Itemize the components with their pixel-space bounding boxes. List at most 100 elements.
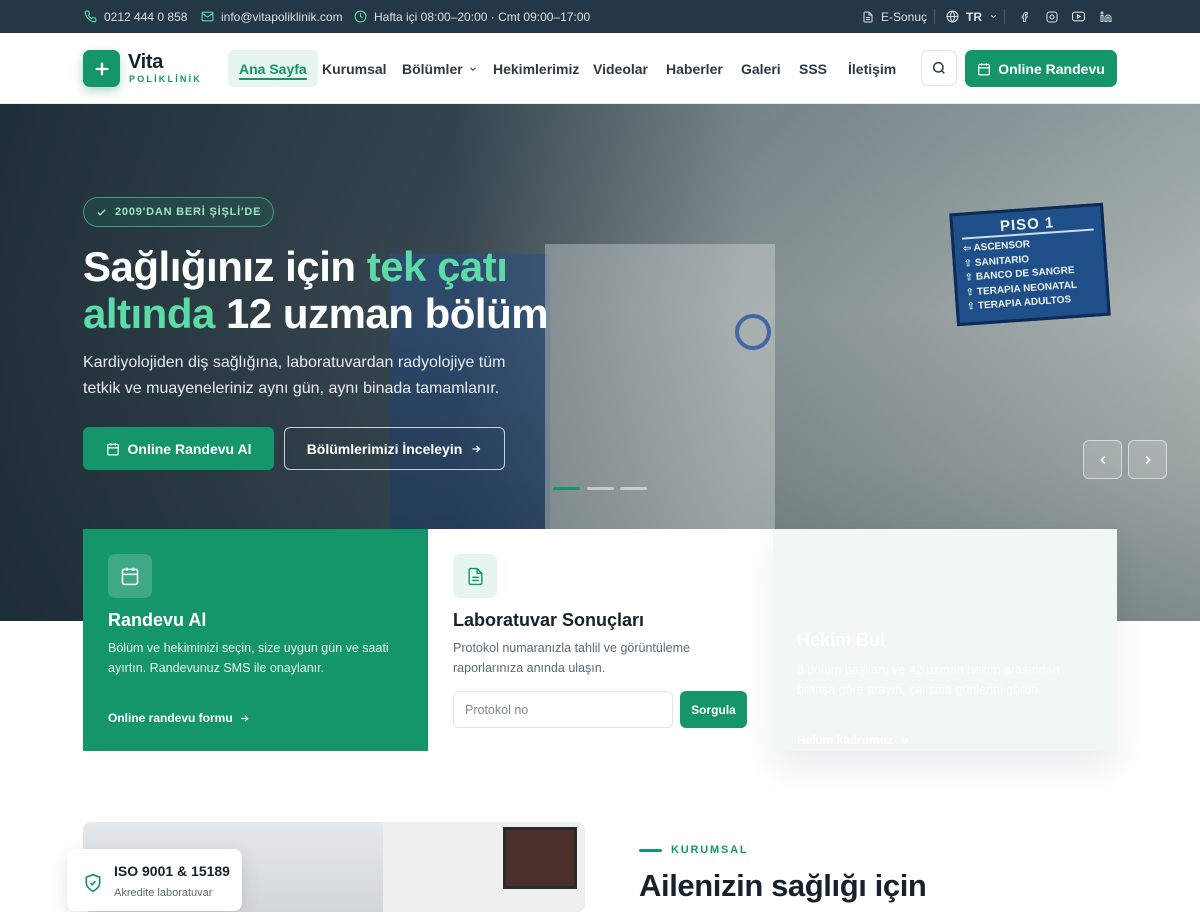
previous-slide-button[interactable]	[1083, 440, 1122, 479]
eyebrow-text: KURUMSAL	[671, 844, 749, 856]
card-icon-box	[453, 554, 497, 598]
section-heading: Ailenizin sağlığı için	[639, 868, 927, 903]
hero-title: Sağlığınız için tek çatı altında 12 uzma…	[83, 243, 603, 337]
floor-sign: PISO 1 ⇦ ASCENSOR ⇧ SANITARIO ⇧ BANCO DE…	[949, 202, 1111, 327]
hours-text: Hafta içi 08:00–20:00 · Cmt 09:00–17:00	[374, 9, 591, 24]
nav-videos[interactable]: Videolar	[593, 50, 648, 87]
doctors-link[interactable]: Hekim kadromuz	[797, 733, 910, 747]
phone-icon	[84, 10, 97, 23]
floor-sign-text: ASCENSOR	[973, 238, 1031, 254]
e-result-text: E-Sonuç	[881, 9, 928, 24]
nav-gallery[interactable]: Galeri	[741, 50, 781, 87]
query-button[interactable]: Sorgula	[680, 691, 747, 728]
mail-icon	[201, 10, 214, 23]
facebook-icon[interactable]	[1018, 10, 1031, 23]
e-result-link[interactable]: E-Sonuç	[862, 0, 927, 33]
card-text: 8 bölüm başkanı ve 42 uzman hekim arasın…	[797, 663, 1060, 697]
logo-subtitle: POLİKLİNİK	[129, 74, 202, 84]
lab-results-card: Laboratuvar Sonuçları Protokol numaranız…	[428, 529, 773, 751]
chevron-down-icon	[989, 12, 998, 21]
linkedin-icon[interactable]	[1099, 10, 1112, 23]
hero-title-text: Sağlığınız için	[83, 243, 367, 290]
chevron-right-icon	[1141, 453, 1155, 467]
nav-news[interactable]: Haberler	[666, 50, 723, 87]
badge-text: 2009'DAN BERİ ŞİŞLİ'DE	[115, 206, 262, 218]
arrow-right-icon	[239, 713, 250, 724]
nav-contact[interactable]: İletişim	[848, 50, 896, 87]
nav-doctors[interactable]: Hekimlerimiz	[493, 50, 579, 87]
view-departments-button[interactable]: Bölümlerimizi İnceleyin	[284, 427, 505, 470]
nav-faq[interactable]: SSS	[799, 50, 827, 87]
instagram-icon[interactable]	[1045, 10, 1058, 23]
slide-dot[interactable]	[620, 487, 647, 490]
hero-title-highlight: altında	[83, 290, 215, 337]
logo-name[interactable]: Vita	[128, 51, 163, 74]
hero-title-text: 12 uzman bölüm	[214, 290, 549, 337]
photo-frame	[503, 827, 577, 889]
hero-lead: Kardiyolojiden diş sağlığına, laboratuva…	[83, 354, 506, 397]
cta-label: Online Randevu	[998, 60, 1105, 77]
shield-check-icon	[83, 873, 103, 893]
appointment-form-link[interactable]: Online randevu formu	[108, 711, 250, 725]
email-text: info@vitapoliklinik.com	[221, 9, 343, 24]
card-title: Hekim Bul	[797, 630, 886, 650]
online-appointment-button[interactable]: Online Randevu	[965, 50, 1117, 87]
card-text: Bölüm ve hekiminizi seçin, size uygun gü…	[108, 641, 389, 675]
phone-text: 0212 444 0 858	[104, 9, 188, 24]
nav-corporate[interactable]: Kurumsal	[322, 50, 387, 87]
nav-departments[interactable]: Bölümler	[402, 50, 478, 87]
nav-label: Bölümler	[402, 60, 463, 77]
language-text: TR	[966, 9, 982, 24]
floor-sign-text: SANITARIO	[974, 253, 1030, 269]
arrow-right-icon	[470, 443, 482, 455]
chevron-down-icon	[468, 64, 478, 74]
email-link[interactable]: info@vitapoliklinik.com	[201, 0, 343, 33]
section-eyebrow: KURUMSAL	[639, 844, 748, 856]
slide-dot[interactable]	[587, 487, 614, 490]
calendar-icon	[977, 62, 991, 76]
slide-dot-active[interactable]	[553, 487, 580, 490]
nav-home[interactable]: Ana Sayfa	[228, 50, 318, 87]
clock-icon	[354, 10, 367, 23]
chevron-left-icon	[1096, 453, 1110, 467]
phone-link[interactable]: 0212 444 0 858	[84, 0, 187, 33]
card-title: Laboratuvar Sonuçları	[453, 610, 645, 630]
next-slide-button[interactable]	[1128, 440, 1167, 479]
button-label: Online Randevu Al	[127, 440, 252, 457]
search-icon	[931, 60, 947, 76]
find-doctor-card: Hekim Bul 8 bölüm başkanı ve 42 uzman he…	[773, 529, 1117, 751]
appointment-card: Randevu Al Bölüm ve hekiminizi seçin, si…	[83, 529, 428, 751]
iso-title: ISO 9001 & 15189	[114, 863, 230, 879]
eyebrow-line	[639, 848, 662, 852]
book-appointment-button[interactable]: Online Randevu Al	[83, 427, 274, 470]
iso-subtitle: Akredite laboratuvar	[114, 887, 213, 899]
globe-icon	[946, 10, 959, 23]
since-badge: 2009'DAN BERİ ŞİŞLİ'DE	[83, 197, 275, 227]
button-label: Bölümlerimizi İnceleyin	[306, 440, 463, 457]
plus-icon	[94, 61, 110, 77]
calendar-icon	[106, 442, 120, 456]
link-label: Online randevu formu	[108, 711, 233, 725]
link-label: Hekim kadromuz	[797, 733, 894, 747]
card-text: Protokol numaranızla tahlil ve görüntüle…	[453, 641, 690, 675]
top-bar: 0212 444 0 858 info@vitapoliklinik.com H…	[0, 0, 1200, 33]
check-icon	[96, 207, 107, 218]
logo-mark[interactable]	[83, 50, 120, 87]
working-hours: Hafta içi 08:00–20:00 · Cmt 09:00–17:00	[354, 0, 590, 33]
accreditation-badge: ISO 9001 & 15189 Akredite laboratuvar	[67, 849, 242, 911]
divider	[1004, 9, 1005, 24]
main-header: Vita POLİKLİNİK Ana Sayfa Kurumsal Bölüm…	[0, 33, 1200, 104]
hero-title-highlight: tek çatı	[366, 243, 508, 290]
protocol-number-input[interactable]	[453, 691, 673, 728]
search-button[interactable]	[921, 50, 957, 86]
card-icon-box	[108, 554, 152, 598]
active-underline	[239, 78, 307, 80]
arrow-right-icon	[899, 735, 910, 746]
calendar-icon	[120, 566, 140, 586]
document-icon	[862, 11, 874, 23]
document-icon	[466, 567, 485, 586]
card-title: Randevu Al	[108, 610, 207, 630]
youtube-icon[interactable]	[1072, 10, 1085, 23]
language-selector[interactable]: TR	[946, 0, 998, 33]
nav-label: Ana Sayfa	[239, 60, 307, 77]
